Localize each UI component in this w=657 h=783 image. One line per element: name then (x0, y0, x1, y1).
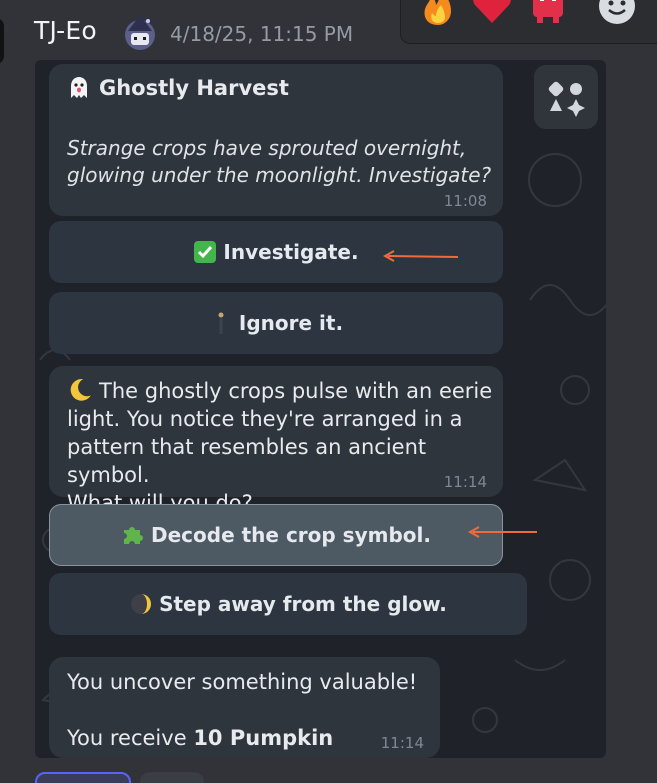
ignore-button-label: Ignore it. (238, 311, 344, 335)
step-away-button-label: Step away from the glow. (159, 592, 447, 616)
author-badge-icon (120, 13, 160, 53)
annotation-arrow-left (467, 526, 537, 538)
message-bubble-reward: You uncover something valuable! You rece… (49, 657, 440, 758)
bubble-time: 11:14 (380, 734, 424, 752)
event-title: Ghostly Harvest (67, 76, 289, 100)
event-description-line: glowing under the moonlight. Investigate… (67, 163, 492, 187)
story-text: The ghostly crops pulse with an eerie li… (67, 377, 497, 517)
left-edge-shape (0, 18, 4, 64)
reaction-chip-selected[interactable] (35, 772, 131, 783)
reward-line: You receive 10 Pumpkin (67, 724, 497, 752)
decode-symbol-button-label: Decode the crop symbol. (151, 523, 431, 547)
event-title-text: Ghostly Harvest (99, 76, 289, 100)
bubble-time: 11:14 (443, 473, 487, 491)
reward-line: You uncover something valuable! (67, 670, 418, 694)
ghost-emoji-icon (71, 77, 87, 98)
chat-embed: Ghostly Harvest Strange crops have sprou… (35, 60, 606, 758)
story-line: pattern that resembles an ancient symbol… (67, 435, 427, 487)
crescent-moon-icon (70, 379, 91, 401)
reward-prefix: You receive (67, 726, 187, 750)
puzzle-piece-icon (124, 527, 144, 544)
author-name[interactable]: TJ-Eo (34, 16, 97, 45)
discord-message-view: TJ-Eo 4/18/25, 11:15 PM Ghostly Harvest … (0, 0, 657, 783)
message-bubble-event: Ghostly Harvest Strange crops have sprou… (49, 64, 503, 216)
bubble-time: 11:08 (443, 192, 487, 210)
reward-text: You uncover something valuable! You rece… (67, 668, 497, 752)
decode-symbol-button[interactable]: Decode the crop symbol. (49, 504, 503, 566)
investigate-button-label: Investigate. (223, 240, 359, 264)
message-bubble-story: The ghostly crops pulse with an eerie li… (49, 366, 503, 515)
bot-app-icon[interactable] (534, 65, 598, 129)
event-description-line: Strange crops have sprouted overnight, (67, 136, 467, 160)
message-timestamp: 4/18/25, 11:15 PM (170, 22, 354, 46)
event-description: Strange crops have sprouted overnight, g… (67, 135, 497, 189)
dark-moon-icon (131, 594, 152, 614)
person-walking-icon (218, 312, 224, 334)
red-heart-icon[interactable] (471, 0, 513, 27)
add-reaction-smile-icon[interactable] (596, 0, 638, 27)
reaction-chip[interactable] (140, 772, 204, 783)
annotation-arrow-left (382, 250, 458, 262)
reward-spacer (67, 696, 497, 724)
story-line: The ghostly crops pulse with an eerie (67, 377, 497, 405)
step-away-button[interactable]: Step away from the glow. (49, 573, 527, 635)
reaction-toolbar (400, 0, 657, 44)
story-line-text: The ghostly crops pulse with an eerie (99, 379, 493, 403)
reward-item: 10 Pumpkin (193, 726, 334, 750)
story-line: light. You notice they're arranged in a (67, 407, 463, 431)
ignore-button[interactable]: Ignore it. (49, 292, 503, 354)
red-pixel-emoji-icon[interactable] (527, 0, 569, 27)
fire-emoji-icon[interactable] (417, 0, 459, 27)
check-mark-button-icon (194, 241, 217, 263)
